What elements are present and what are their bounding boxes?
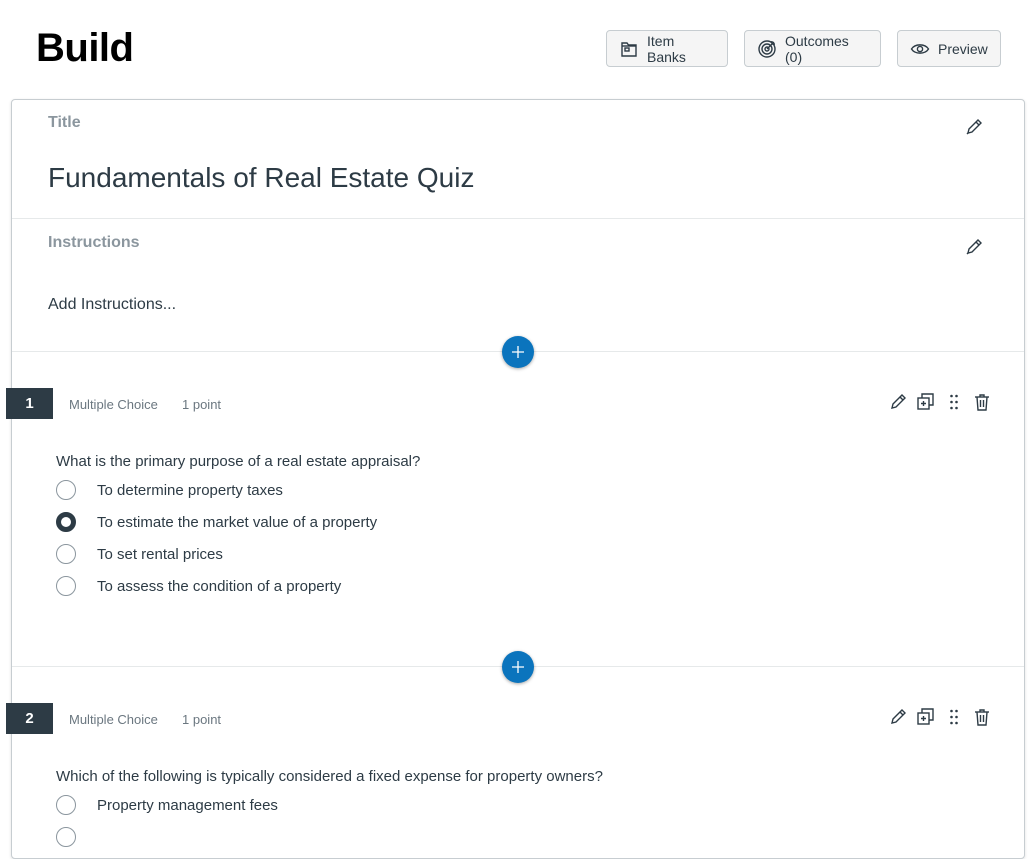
preview-button[interactable]: Preview: [897, 30, 1001, 67]
answer-radio-selected[interactable]: [56, 512, 76, 532]
quiz-title: Fundamentals of Real Estate Quiz: [48, 162, 475, 193]
question-type: Multiple Choice: [69, 397, 158, 412]
preview-label: Preview: [938, 40, 988, 57]
question-text: Which of the following is typically cons…: [56, 768, 603, 785]
answer-option[interactable]: Property management fees: [56, 794, 278, 816]
answer-option[interactable]: To set rental prices: [56, 543, 223, 565]
target-icon: [757, 39, 777, 59]
trash-icon[interactable]: [972, 707, 992, 727]
question-number-badge: 1: [6, 388, 53, 419]
answer-text: To determine property taxes: [97, 481, 283, 499]
question-type: Multiple Choice: [69, 712, 158, 727]
pencil-icon[interactable]: [964, 237, 984, 257]
question-number-badge: 2: [6, 703, 53, 734]
drag-handle-icon[interactable]: [944, 392, 964, 412]
outcomes-button[interactable]: Outcomes (0): [744, 30, 881, 67]
answer-radio[interactable]: [56, 827, 76, 847]
answer-text: Property management fees: [97, 796, 278, 814]
answer-text: To assess the condition of a property: [97, 577, 342, 595]
page-title: Build: [36, 26, 134, 70]
pencil-icon[interactable]: [964, 117, 984, 137]
question-points: 1 point: [182, 712, 222, 727]
plus-icon: [512, 346, 524, 358]
question-toolbar: [888, 707, 992, 727]
question-text: What is the primary purpose of a real es…: [56, 453, 421, 470]
answer-option[interactable]: To estimate the market value of a proper…: [56, 511, 377, 533]
divider: [12, 218, 1024, 219]
answer-radio[interactable]: [56, 795, 76, 815]
answer-text: To estimate the market value of a proper…: [97, 513, 378, 531]
quiz-builder-card: Title Fundamentals of Real Estate Quiz I…: [6, 99, 1025, 859]
instructions-label: Instructions: [48, 234, 140, 251]
title-label: Title: [48, 114, 81, 131]
eye-icon: [910, 39, 930, 59]
answer-radio[interactable]: [56, 544, 76, 564]
pencil-icon[interactable]: [888, 392, 908, 412]
add-question-button[interactable]: [502, 651, 534, 683]
answer-option[interactable]: [56, 826, 97, 848]
add-question-button[interactable]: [502, 336, 534, 368]
question-toolbar: [888, 392, 992, 412]
drag-handle-icon[interactable]: [944, 707, 964, 727]
question-points: 1 point: [182, 397, 222, 412]
answer-radio[interactable]: [56, 480, 76, 500]
duplicate-icon[interactable]: [916, 392, 936, 412]
item-banks-button[interactable]: Item Banks: [606, 30, 728, 67]
trash-icon[interactable]: [972, 392, 992, 412]
item-banks-label: Item Banks: [647, 32, 686, 65]
answer-option[interactable]: To determine property taxes: [56, 479, 283, 501]
plus-icon: [512, 661, 524, 673]
add-instructions-link[interactable]: Add Instructions...: [48, 296, 176, 314]
item-banks-icon: [619, 39, 639, 59]
answer-radio[interactable]: [56, 576, 76, 596]
outcomes-label: Outcomes (0): [785, 32, 849, 65]
answer-option[interactable]: To assess the condition of a property: [56, 575, 341, 597]
pencil-icon[interactable]: [888, 707, 908, 727]
duplicate-icon[interactable]: [916, 707, 936, 727]
answer-text: To set rental prices: [97, 545, 223, 563]
